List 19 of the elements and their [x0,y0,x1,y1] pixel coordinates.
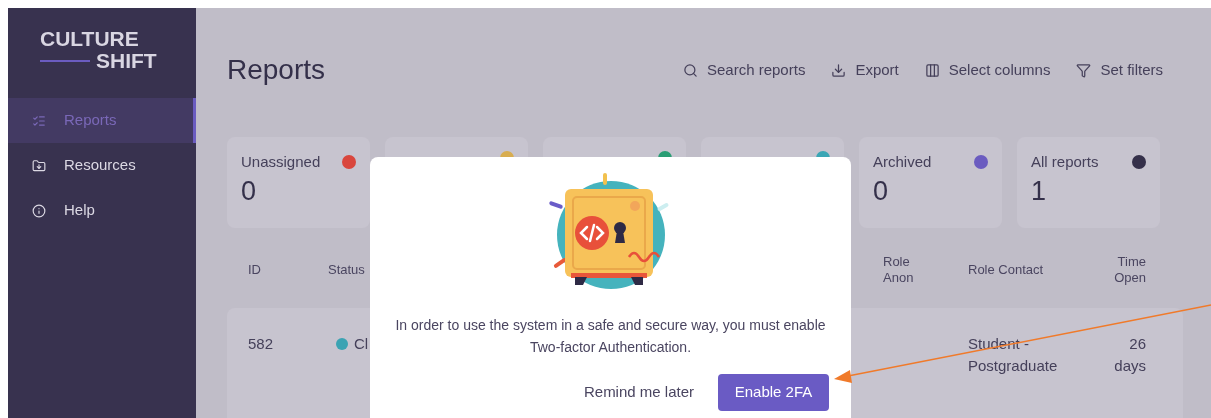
time-open: 26 days [1113,334,1146,376]
card-count: 1 [1031,174,1048,208]
column-header: ID [248,261,262,278]
role-contact: Student - Postgraduate [968,334,1059,376]
card-label: Unassigned [241,152,321,172]
column-header: Role Anon [883,254,915,286]
modal-message: In order to use the system in a safe and secure way, you must enable Two-factor Authentication. [394,316,827,357]
page-title: Reports [227,53,326,87]
report-id: 582 [248,334,275,354]
column-header: Status [328,261,366,278]
column-header: Time Open [1113,254,1146,286]
card-count: 0 [241,174,258,208]
card-label: All reports [1031,152,1099,172]
logo-text: SHIFT [96,50,157,72]
status-text: Cl [354,334,369,354]
card-count: 0 [873,174,890,208]
logo-text: CULTURE [40,28,140,50]
column-header: Role Contact [968,261,1045,278]
card-label: Archived [873,152,932,172]
